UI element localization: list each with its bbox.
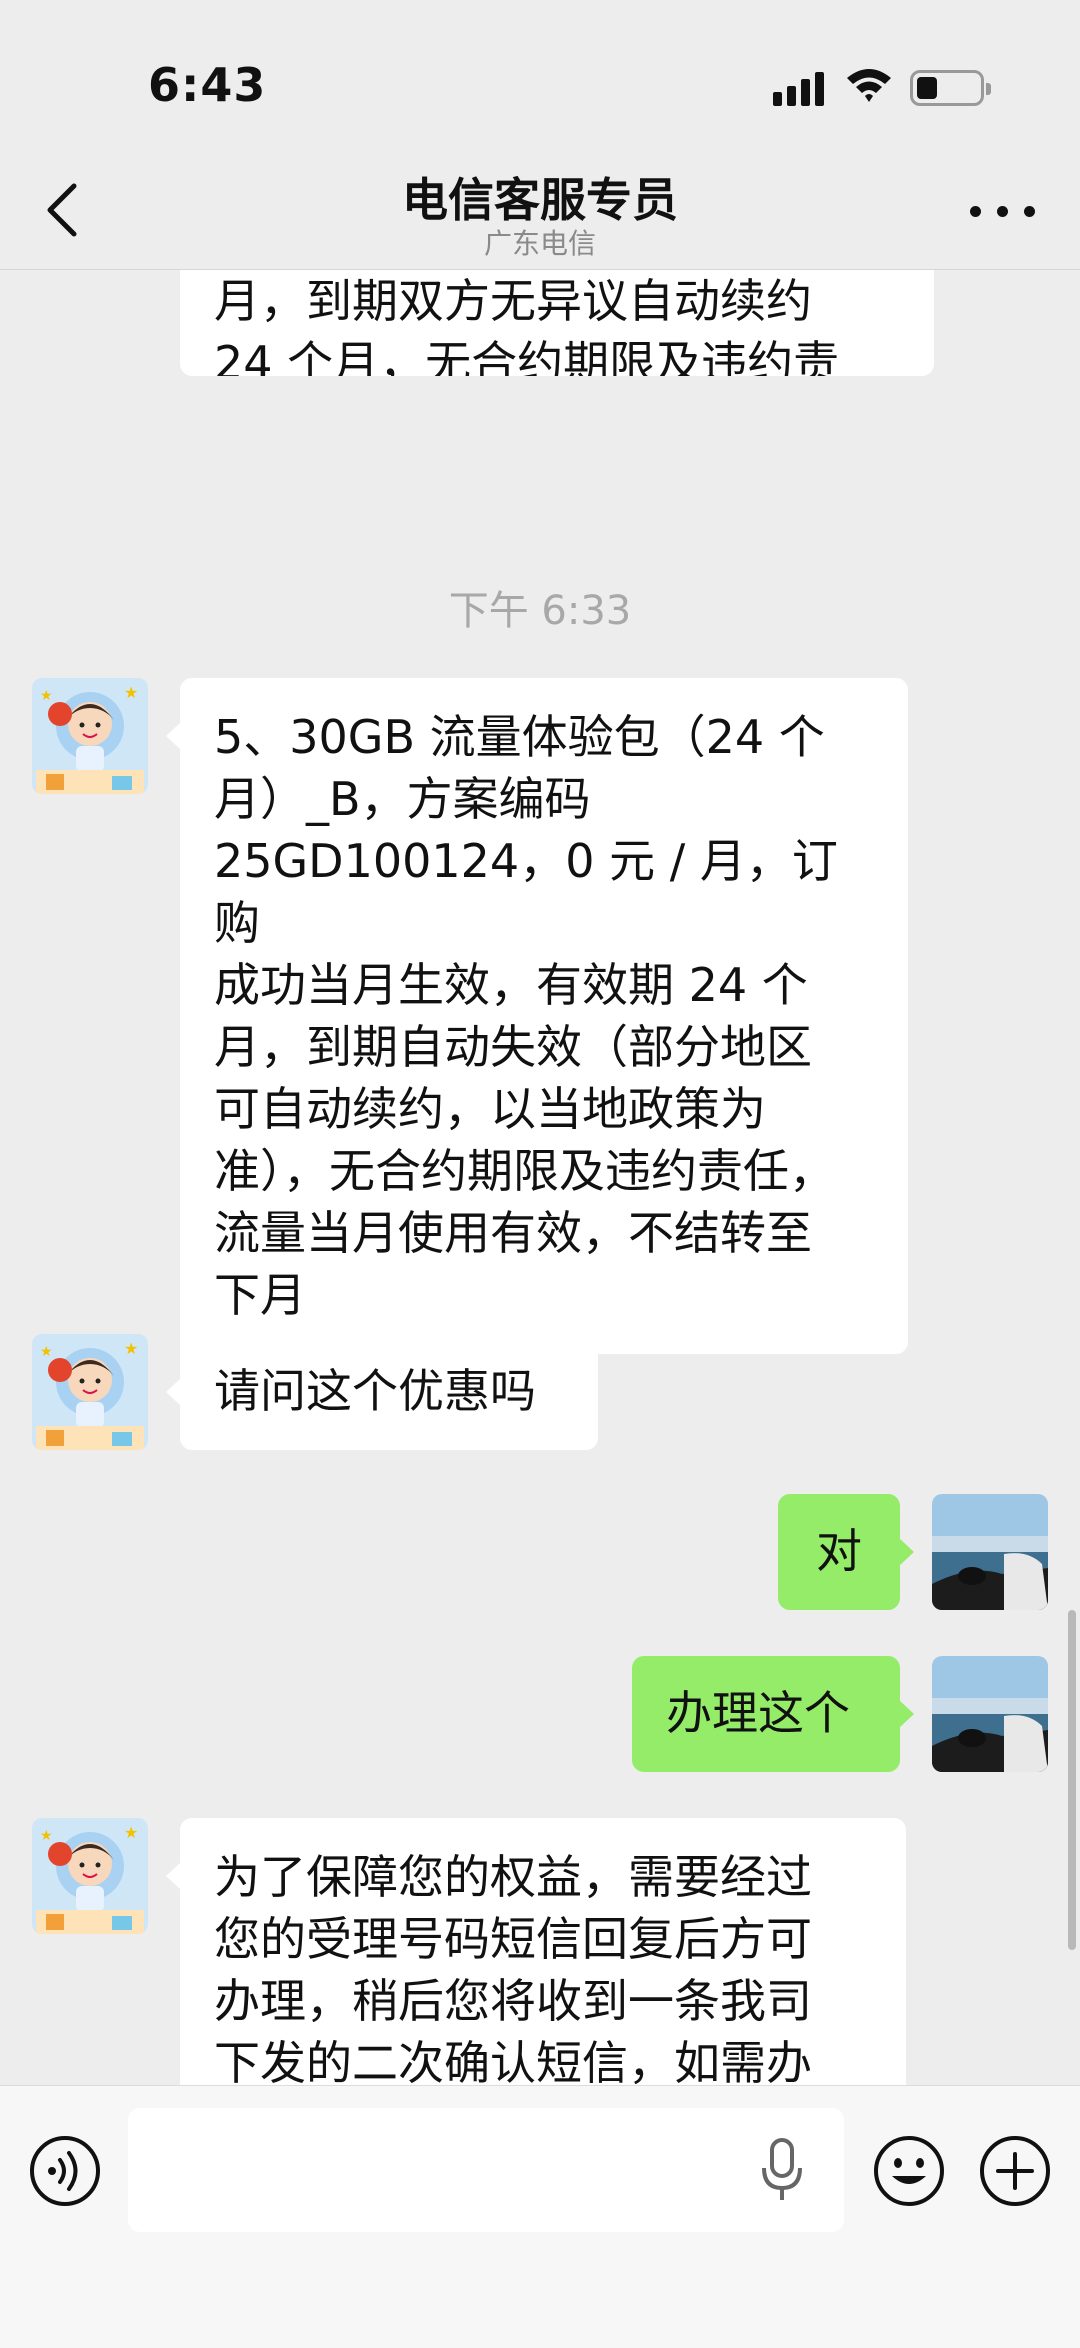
emoji-icon[interactable] [872,2134,946,2208]
avatar[interactable]: ★ ★ [32,678,148,794]
plus-icon[interactable] [978,2134,1052,2208]
message-bubble-incoming[interactable]: 请问这个优惠吗 [166,1334,598,1450]
message-bubble-incoming[interactable]: 5、30GB 流量体验包（24 个 月）_B，方案编码 25GD100124，0… [166,678,908,1354]
chat-screen: 6:43 电信客服专员 广东电信 成功当月生效，有效期 24 个 月，到期双方无… [0,0,1080,2348]
avatar[interactable]: ★ ★ [32,1334,148,1450]
battery-icon [910,70,991,106]
svg-text:★: ★ [124,683,138,702]
avatar-self[interactable] [932,1656,1048,1772]
svg-text:★: ★ [40,1344,53,1360]
svg-text:★: ★ [40,688,53,704]
status-bar: 6:43 [0,0,1080,170]
cellular-signal-icon [773,72,825,106]
mic-icon[interactable] [760,2138,804,2202]
nav-bar: 电信客服专员 广东电信 [0,150,1080,270]
svg-text:★: ★ [124,1339,138,1358]
message-bubble-incoming[interactable]: 为了保障您的权益，需要经过 您的受理号码短信回复后方可 办理，稍后您将收到一条我… [166,1818,906,2085]
status-time: 6:43 [148,58,267,112]
chat-title: 电信客服专员 [402,173,678,227]
input-bar [0,2085,1080,2348]
message-bubble-incoming[interactable]: 成功当月生效，有效期 24 个 月，到期双方无异议自动续约 24 个月，无合约期… [180,270,934,376]
more-icon[interactable] [968,190,1038,230]
message-bubble-outgoing[interactable]: 对 [778,1494,914,1610]
svg-text:★: ★ [124,1823,138,1842]
svg-text:★: ★ [40,1828,53,1844]
message-input[interactable] [128,2108,844,2232]
message-timestamp: 下午 6:33 [448,588,632,634]
wifi-icon [847,69,891,102]
chat-subtitle: 广东电信 [483,227,596,260]
avatar[interactable]: ★ ★ [32,1818,148,1934]
message-list[interactable]: 成功当月生效，有效期 24 个 月，到期双方无异议自动续约 24 个月，无合约期… [0,270,1080,2085]
avatar-self[interactable] [932,1494,1048,1610]
voice-icon[interactable] [28,2134,102,2208]
message-bubble-outgoing[interactable]: 办理这个 [632,1656,914,1772]
scrollbar[interactable] [1068,1610,1076,1950]
